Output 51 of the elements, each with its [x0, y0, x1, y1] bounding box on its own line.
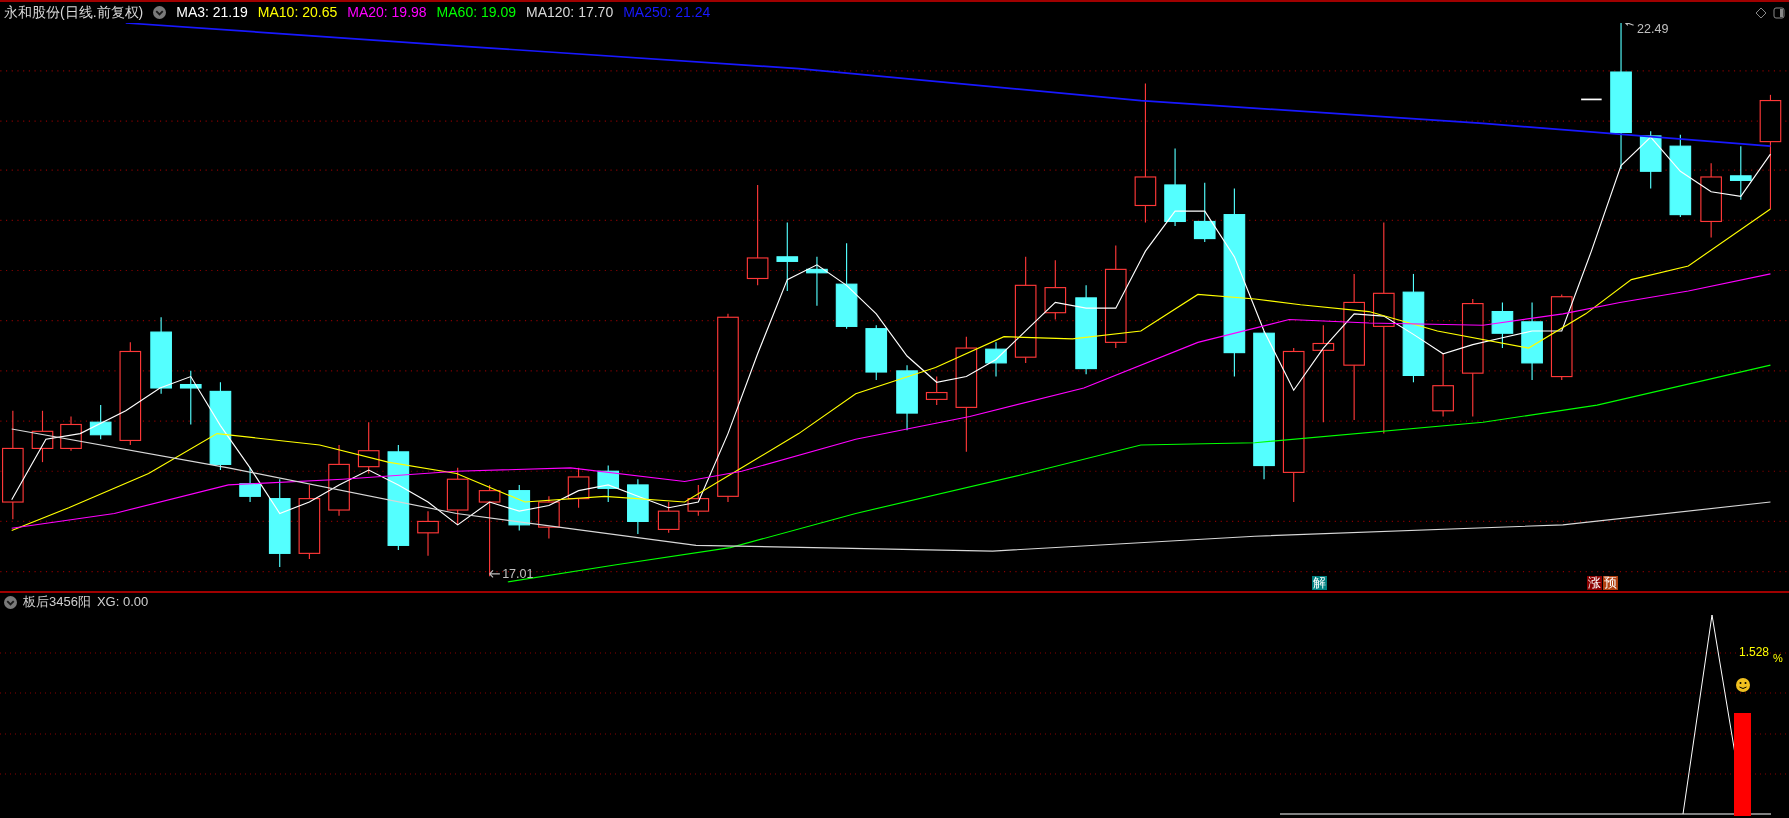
moving-average-value: MA250: 21.24: [623, 3, 711, 22]
signal-tag: 解: [1312, 576, 1328, 590]
candlestick: [687, 484, 710, 517]
dropdown-icon[interactable]: [153, 6, 167, 19]
candlestick: [1639, 130, 1662, 189]
candlestick: [567, 467, 590, 509]
dropdown-icon[interactable]: [4, 595, 17, 609]
candlestick: [657, 501, 680, 534]
candlestick: [239, 467, 261, 503]
candlestick: [985, 341, 1007, 378]
candlestick: [627, 478, 649, 535]
signal-tag: 预: [1603, 576, 1619, 590]
smiley-icon: [1736, 678, 1750, 692]
candlestick: [806, 256, 828, 307]
candlestick: [896, 364, 918, 431]
candlestick: [1044, 259, 1067, 321]
candlestick: [925, 376, 948, 406]
arrow-icon: [489, 569, 501, 578]
moving-average-value: MA60: 19.09: [436, 3, 516, 22]
candlestick: [1491, 301, 1514, 349]
indicator-value: 1.528: [1739, 645, 1770, 659]
high-price-label: 22.49: [1637, 23, 1669, 37]
candlestick: [179, 370, 202, 426]
candlestick: [89, 404, 112, 440]
signal-dash: [1580, 98, 1603, 101]
candlestick: [597, 464, 620, 503]
candlestick: [1432, 353, 1454, 418]
candlestick: [1729, 145, 1752, 201]
candlestick: [865, 324, 888, 381]
indicator-reading: XG: 0.00: [96, 593, 149, 612]
stock-title: 永和股份(日线.前复权): [4, 3, 144, 22]
low-price-label: 17.01: [502, 567, 534, 582]
candlestick: [776, 222, 799, 292]
diamond-icon[interactable]: [1755, 6, 1767, 19]
candlestick: [538, 495, 560, 540]
candlestick: [417, 510, 439, 557]
candlestick: [31, 410, 54, 463]
moving-average-value: MA120: 17.70: [526, 3, 614, 22]
candlestick: [508, 484, 531, 532]
candlestick: [60, 415, 82, 452]
indicator-title: 板后3456阳: [23, 593, 91, 612]
moving-average-value: MA3: 21.19: [176, 3, 248, 22]
moving-average-value: MA20: 19.98: [347, 3, 427, 22]
panel-toggle-icon[interactable]: [1773, 6, 1785, 19]
moving-average-value: MA10: 20.65: [257, 3, 338, 22]
signal-tag: 涨: [1587, 576, 1603, 590]
candlestick: [1193, 182, 1216, 243]
candlestick: [446, 467, 469, 526]
percent-sign: %: [1773, 652, 1783, 664]
arrow-icon: [1623, 23, 1635, 26]
candlestick: [357, 421, 380, 475]
